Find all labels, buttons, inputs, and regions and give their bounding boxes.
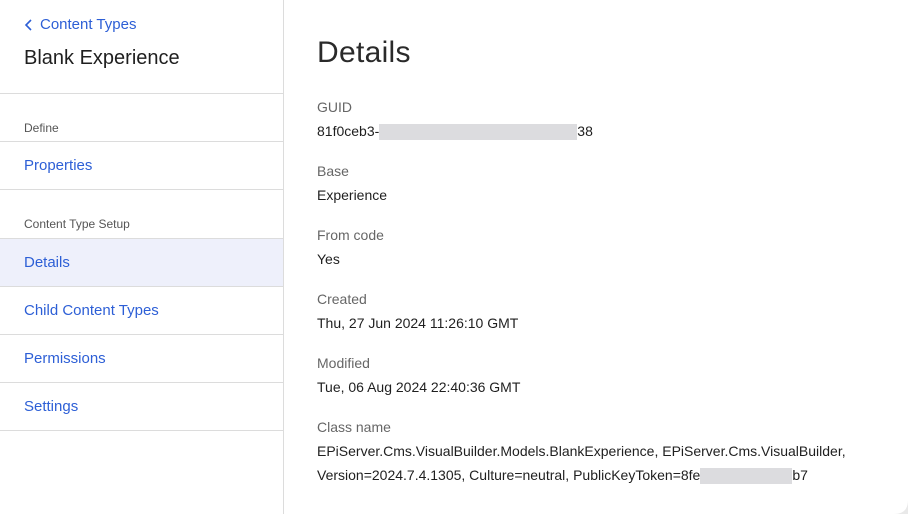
class-name-line-1: EPiServer.Cms.VisualBuilder.Models.Blank… xyxy=(317,443,846,459)
base-value: Experience xyxy=(317,187,388,203)
app-window: Content Types Blank Experience Define Pr… xyxy=(0,0,908,514)
sidebar: Content Types Blank Experience Define Pr… xyxy=(0,0,284,514)
modified-value: Tue, 06 Aug 2024 22:40:36 GMT xyxy=(317,379,521,395)
class-name-line-2-start: Version=2024.7.4.1305, Culture=neutral, … xyxy=(317,467,701,483)
sidebar-item-details[interactable]: Details xyxy=(0,239,283,286)
divider xyxy=(0,93,284,94)
window-corner xyxy=(894,500,908,514)
class-name-label: Class name xyxy=(317,419,391,435)
class-name-value: EPiServer.Cms.VisualBuilder.Models.Blank… xyxy=(317,439,897,487)
sidebar-item-settings[interactable]: Settings xyxy=(0,383,283,430)
sidebar-item-child-content-types[interactable]: Child Content Types xyxy=(0,287,283,334)
from-code-label: From code xyxy=(317,227,384,243)
page-title: Details xyxy=(317,36,411,69)
from-code-value: Yes xyxy=(317,251,340,267)
details-panel: Details GUID 81f0ceb3- 38 Base Experience… xyxy=(285,0,908,514)
guid-label: GUID xyxy=(317,99,352,115)
back-to-content-types-link[interactable]: Content Types xyxy=(24,16,136,33)
redacted-block xyxy=(379,124,578,141)
guid-value: 81f0ceb3- 38 xyxy=(317,119,593,143)
back-link-label: Content Types xyxy=(40,16,137,33)
content-type-title: Blank Experience xyxy=(24,47,180,69)
redacted-block xyxy=(700,468,793,485)
class-name-line-2: Version=2024.7.4.1305, Culture=neutral, … xyxy=(317,463,897,487)
created-label: Created xyxy=(317,291,367,307)
class-name-line-2-end: b7 xyxy=(792,467,808,483)
section-label-content-type-setup: Content Type Setup xyxy=(24,217,130,231)
modified-label: Modified xyxy=(317,355,370,371)
divider xyxy=(0,430,284,431)
divider xyxy=(0,189,284,190)
guid-value-start: 81f0ceb3- xyxy=(317,123,380,139)
section-label-define: Define xyxy=(24,121,59,135)
chevron-left-icon xyxy=(24,18,32,31)
base-label: Base xyxy=(317,163,349,179)
sidebar-item-permissions[interactable]: Permissions xyxy=(0,335,283,382)
guid-value-end: 38 xyxy=(577,123,593,139)
created-value: Thu, 27 Jun 2024 11:26:10 GMT xyxy=(317,315,519,331)
sidebar-item-properties[interactable]: Properties xyxy=(0,142,283,189)
